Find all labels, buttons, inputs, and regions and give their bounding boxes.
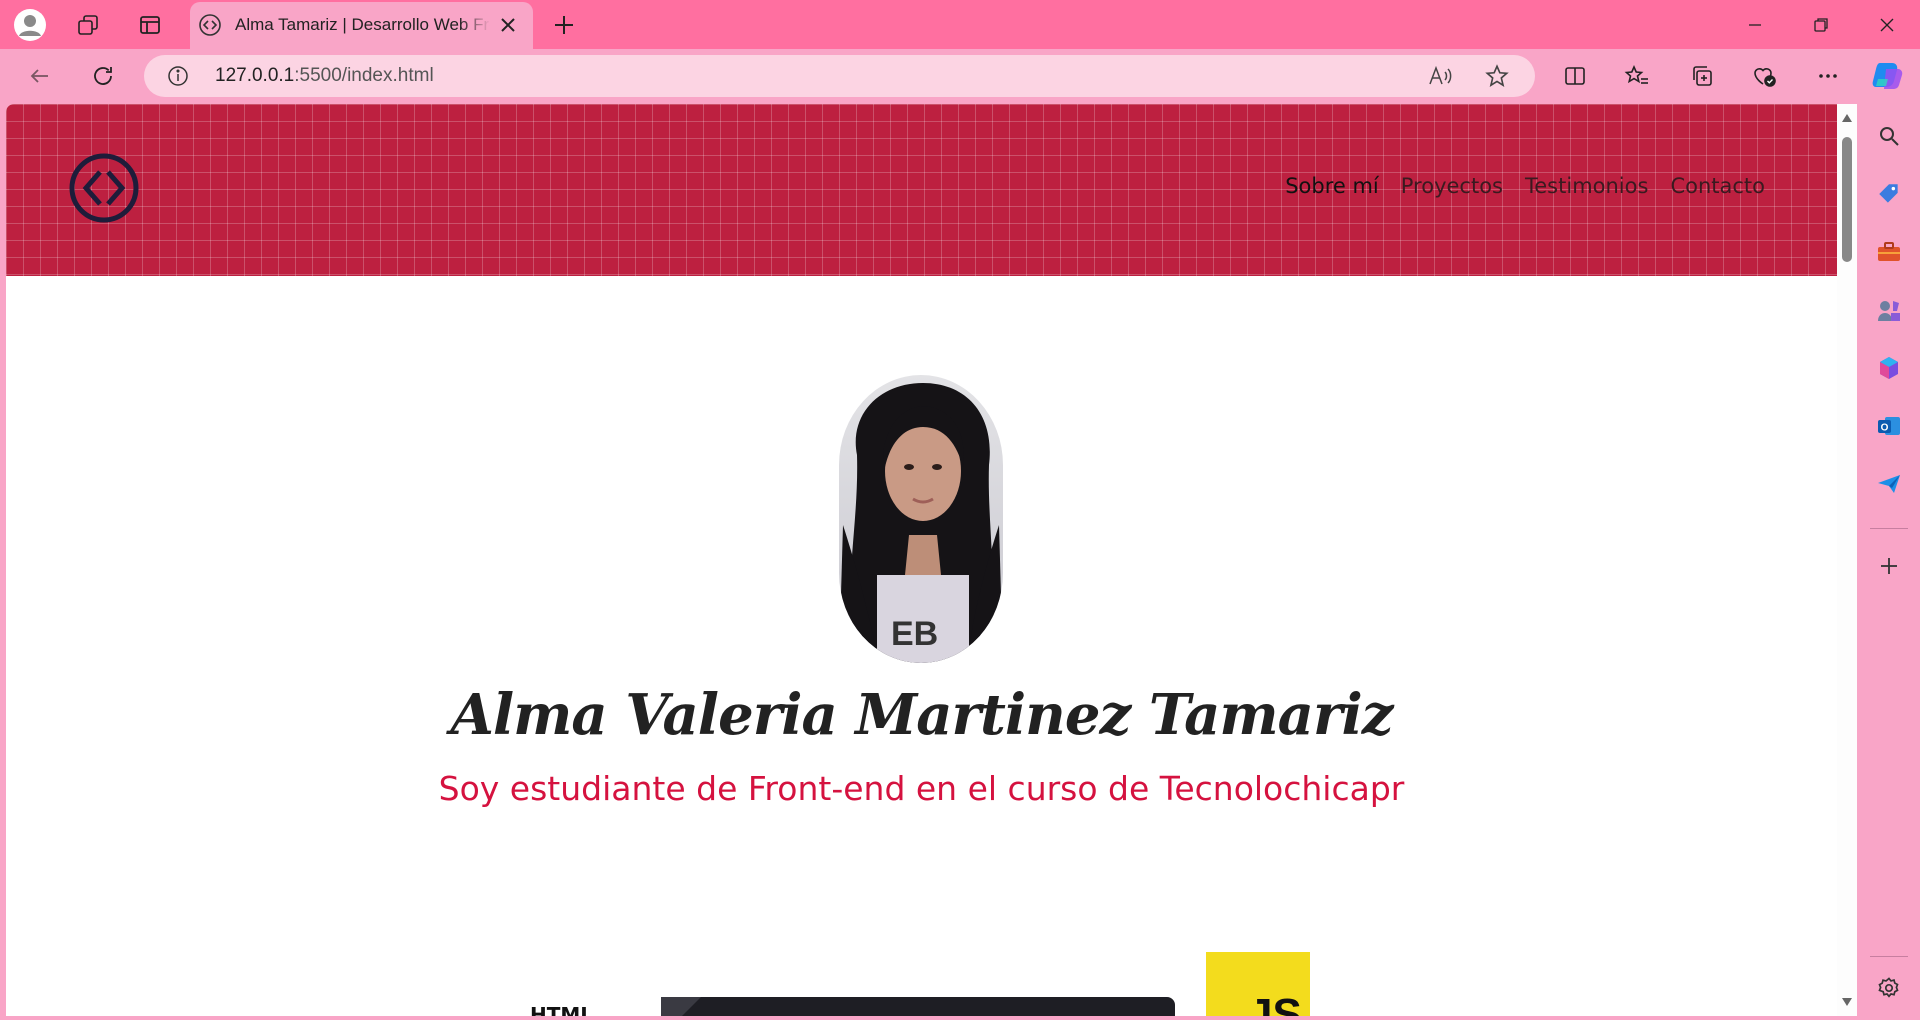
active-tab[interactable]: Alma Tamariz | Desarrollo Web Front-end bbox=[190, 2, 533, 49]
sidebar-shopping-tag-icon[interactable] bbox=[1871, 176, 1907, 212]
tab-favicon-code-icon bbox=[198, 13, 222, 41]
nav-link-testimonios[interactable]: Testimonios bbox=[1525, 174, 1648, 198]
site-logo-code-icon[interactable] bbox=[68, 152, 140, 224]
browser-essentials-heart-icon[interactable] bbox=[1744, 56, 1784, 96]
url-host: 127.0.0.1 bbox=[215, 65, 295, 86]
copilot-icon[interactable] bbox=[1868, 55, 1908, 95]
sidebar-games-icon[interactable] bbox=[1871, 292, 1907, 328]
vertical-tabs-icon[interactable] bbox=[132, 7, 168, 43]
scroll-up-arrow-icon[interactable] bbox=[1841, 113, 1853, 123]
sidebar-settings-gear-icon[interactable] bbox=[1871, 970, 1907, 1006]
browser-tab-bar: Alma Tamariz | Desarrollo Web Front-end bbox=[0, 0, 1920, 49]
nav-link-contacto[interactable]: Contacto bbox=[1670, 174, 1765, 198]
new-tab-button[interactable] bbox=[546, 7, 582, 43]
split-screen-icon[interactable] bbox=[1555, 56, 1595, 96]
site-header: Sobre mí Proyectos Testimonios Contacto bbox=[6, 104, 1837, 276]
svg-text:O: O bbox=[1881, 423, 1889, 434]
sidebar-search-icon[interactable] bbox=[1871, 118, 1907, 154]
collections-icon[interactable] bbox=[1682, 56, 1722, 96]
svg-text:EB: EB bbox=[891, 615, 938, 653]
nav-link-sobre-mi[interactable]: Sobre mí bbox=[1285, 174, 1379, 198]
tab-title: Alma Tamariz | Desarrollo Web Front-end bbox=[235, 15, 490, 34]
site-info-icon[interactable] bbox=[166, 64, 190, 92]
scrollbar-thumb[interactable] bbox=[1842, 137, 1852, 262]
main-nav: Sobre mí Proyectos Testimonios Contacto bbox=[1285, 174, 1765, 198]
close-tab-icon[interactable] bbox=[498, 15, 518, 39]
back-arrow-icon[interactable] bbox=[20, 56, 60, 96]
sidebar-send-icon[interactable] bbox=[1871, 466, 1907, 502]
favorites-list-icon[interactable] bbox=[1617, 56, 1657, 96]
more-options-icon[interactable] bbox=[1808, 56, 1848, 96]
hero-name: Alma Valeria Martinez Tamariz bbox=[450, 682, 1393, 748]
sidebar-microsoft-365-icon[interactable] bbox=[1871, 350, 1907, 386]
page-viewport: Sobre mí Proyectos Testimonios Contacto … bbox=[6, 104, 1857, 1016]
sidebar-add-icon[interactable] bbox=[1871, 548, 1907, 584]
url-text[interactable]: 127.0.0.1:5500/index.html bbox=[215, 65, 434, 87]
refresh-icon[interactable] bbox=[83, 56, 123, 96]
sidebar-divider-bottom bbox=[1870, 956, 1908, 957]
url-path: :5500/index.html bbox=[294, 65, 434, 86]
browser-toolbar: 127.0.0.1:5500/index.html bbox=[0, 49, 1920, 104]
nav-link-proyectos[interactable]: Proyectos bbox=[1401, 174, 1503, 198]
page-scrollbar[interactable] bbox=[1837, 104, 1857, 1016]
read-aloud-icon[interactable] bbox=[1428, 64, 1454, 92]
minimize-window-icon[interactable] bbox=[1722, 0, 1788, 49]
skill-js-logo: JS bbox=[1206, 952, 1310, 1016]
address-bar[interactable]: 127.0.0.1:5500/index.html bbox=[144, 55, 1535, 97]
skill-js-label: JS bbox=[1248, 990, 1302, 1016]
profile-avatar-icon[interactable] bbox=[12, 7, 48, 43]
skill-html-logo: HTML bbox=[530, 1005, 600, 1016]
sidebar-divider bbox=[1870, 528, 1908, 529]
profile-photo: EB bbox=[839, 375, 1003, 663]
workspaces-icon[interactable] bbox=[70, 7, 106, 43]
close-window-icon[interactable] bbox=[1854, 0, 1920, 49]
sidebar-outlook-icon[interactable]: O bbox=[1871, 408, 1907, 444]
restore-window-icon[interactable] bbox=[1788, 0, 1854, 49]
sidebar-tools-briefcase-icon[interactable] bbox=[1871, 234, 1907, 270]
browser-sidebar: O bbox=[1858, 104, 1920, 1020]
scroll-down-arrow-icon[interactable] bbox=[1841, 997, 1853, 1007]
favorite-star-icon[interactable] bbox=[1484, 63, 1510, 93]
skill-code-editor-image bbox=[661, 997, 1175, 1016]
hero-subtitle: Soy estudiante de Front-end en el curso … bbox=[438, 769, 1405, 808]
